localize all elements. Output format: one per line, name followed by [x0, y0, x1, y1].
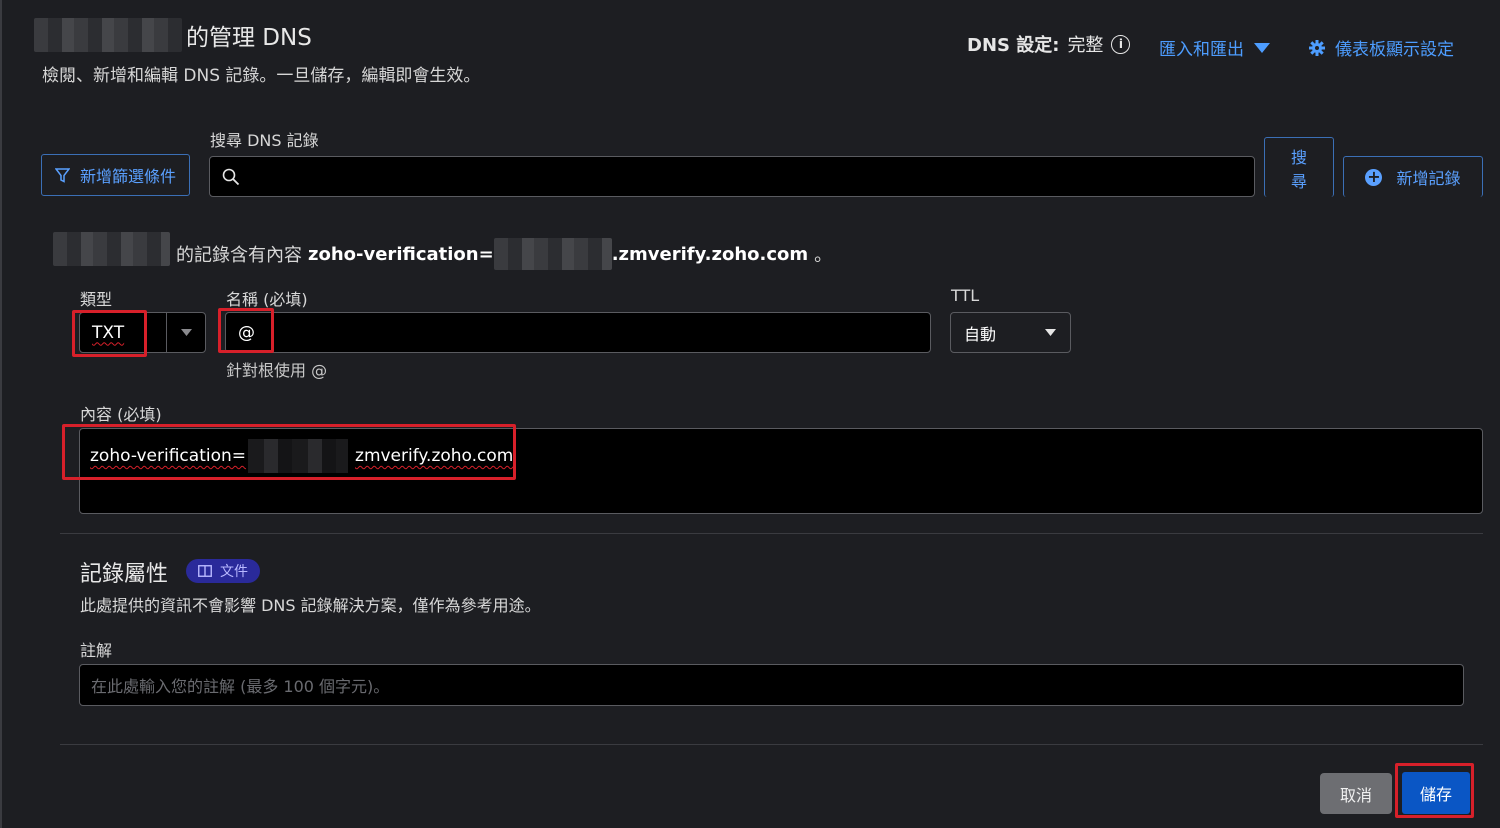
info-icon[interactable]: i	[1111, 34, 1131, 54]
record-info-prefix: 的記錄含有內容	[176, 245, 302, 266]
left-border	[0, 0, 2, 828]
search-input[interactable]	[209, 156, 1255, 197]
gear-icon	[1309, 39, 1325, 56]
docs-badge[interactable]: 文件	[186, 559, 260, 583]
content-highlight	[62, 424, 516, 480]
record-info-content-end: .zmverify.zoho.com	[611, 243, 809, 265]
chevron-down-icon	[1045, 329, 1056, 336]
dashboard-settings-label: 儀表板顯示設定	[1335, 40, 1454, 60]
add-filter-button[interactable]: 新增篩選條件	[41, 154, 190, 196]
record-info-content-start: zoho-verification=	[308, 243, 494, 265]
caret-down-icon	[1254, 42, 1270, 53]
dns-setting-label: DNS 設定:	[967, 35, 1060, 56]
attributes-description: 此處提供的資訊不會影響 DNS 記錄解決方案，僅作為參考用途。	[80, 596, 541, 615]
search-icon	[222, 168, 240, 185]
redacted-token	[493, 238, 612, 270]
name-input[interactable]: @	[225, 312, 931, 353]
name-label: 名稱 (必填)	[226, 290, 308, 309]
comment-input[interactable]: 在此處輸入您的註解 (最多 100 個字元)。	[79, 664, 1464, 706]
ttl-select-value: 自動	[964, 324, 997, 344]
search-label: 搜尋 DNS 記錄	[210, 131, 319, 150]
search-button-line2: 尋	[1290, 171, 1307, 191]
page-title: 的管理 DNS	[186, 25, 312, 51]
record-info-suffix: 。	[814, 245, 833, 266]
section-divider-2	[60, 744, 1483, 745]
chevron-down-icon	[180, 329, 192, 336]
plus-circle-icon: +	[1365, 167, 1383, 186]
name-hint: 針對根使用 @	[226, 361, 328, 380]
ttl-label: TTL	[951, 286, 980, 305]
import-export-label: 匯入和匯出	[1159, 40, 1244, 60]
type-label: 類型	[80, 290, 113, 309]
comment-placeholder: 在此處輸入您的註解 (最多 100 個字元)。	[91, 677, 390, 696]
import-export-link[interactable]: 匯入和匯出	[1159, 35, 1270, 60]
page-subtitle: 檢閱、新增和編輯 DNS 記錄。一旦儲存，編輯即會生效。	[42, 66, 481, 86]
redacted-domain-2	[53, 232, 170, 266]
content-label: 內容 (必填)	[80, 405, 162, 424]
add-record-label: 新增記錄	[1396, 169, 1461, 188]
record-info: 的記錄含有內容 zoho-verification= .zmverify.zoh…	[176, 238, 832, 270]
ttl-select[interactable]: 自動	[950, 312, 1071, 353]
type-select-toggle[interactable]	[167, 313, 205, 352]
search-button-line1: 搜	[1290, 147, 1307, 167]
cancel-label: 取消	[1339, 785, 1372, 805]
redacted-domain	[34, 18, 182, 52]
type-highlight	[72, 310, 147, 357]
search-button[interactable]: 搜 尋	[1264, 137, 1334, 197]
comment-label: 註解	[80, 641, 113, 660]
save-highlight	[1395, 763, 1474, 818]
dashboard-settings-link[interactable]: 儀表板顯示設定	[1309, 35, 1454, 60]
filter-icon	[54, 167, 70, 183]
attributes-title: 記錄屬性	[80, 562, 169, 587]
name-highlight	[218, 308, 274, 353]
section-divider-1	[60, 533, 1483, 534]
add-record-button[interactable]: + 新增記錄	[1343, 156, 1483, 197]
add-filter-label: 新增篩選條件	[79, 167, 176, 186]
cancel-button[interactable]: 取消	[1320, 773, 1392, 814]
dns-setting: DNS 設定: 完整 i	[967, 31, 1131, 57]
dns-setting-value: 完整	[1067, 35, 1104, 56]
book-icon	[198, 565, 212, 577]
docs-badge-label: 文件	[220, 564, 248, 580]
